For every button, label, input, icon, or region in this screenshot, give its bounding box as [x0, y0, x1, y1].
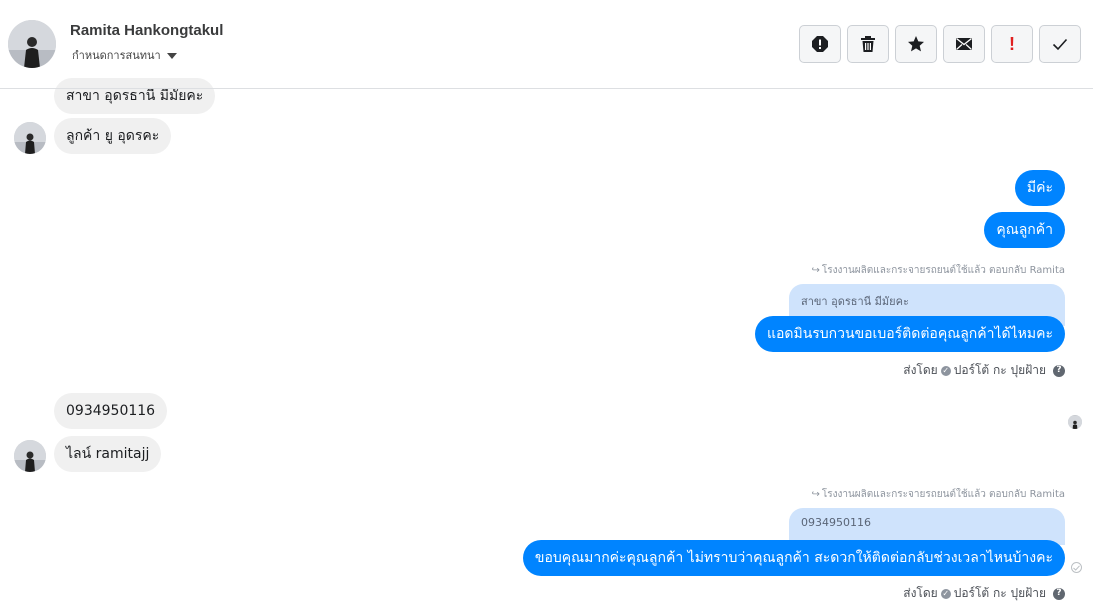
checkmark-icon: [1052, 38, 1068, 51]
sent-by-row: ส่งโดย ✓ ปอร์โต้ กะ ปุยฝ้าย ?: [903, 584, 1065, 603]
report-button[interactable]: [799, 25, 841, 63]
message-row: ไลน์ ramitajj: [54, 436, 162, 472]
help-icon[interactable]: ?: [1053, 364, 1065, 377]
reply-note-text: โรงงานผลิตและกระจายรถยนต์ใช้แล้ว ตอบกลับ…: [821, 489, 1065, 500]
sender-name: ปอร์โต้ กะ ปุยฝ้าย: [953, 363, 1046, 377]
reply-arrow-icon: ↪: [811, 265, 820, 276]
message-bubble[interactable]: ไลน์ ramitajj: [54, 436, 162, 472]
message-bubble[interactable]: คุณลูกค้า: [984, 212, 1065, 248]
message-bubble[interactable]: แอดมินรบกวนขอเบอร์ติดต่อคุณลูกค้าได้ไหมค…: [754, 316, 1065, 352]
sender-name: ปอร์โต้ กะ ปุยฝ้าย: [953, 586, 1046, 600]
reply-arrow-icon: ↪: [811, 489, 820, 500]
sent-by-label: ส่งโดย: [903, 586, 938, 600]
flag-button[interactable]: !: [991, 25, 1033, 63]
seen-indicator-avatar: [1068, 415, 1082, 429]
message-row: 0934950116: [54, 393, 168, 429]
conversation-header: Ramita Hankongtakul กำหนดการสนทนา !: [0, 0, 1093, 89]
message-bubble[interactable]: 0934950116: [54, 393, 168, 429]
sent-status-icon: [1071, 562, 1082, 573]
reply-note: ↪ โรงงานผลิตและกระจายรถยนต์ใช้แล้ว ตอบกล…: [811, 263, 1065, 278]
trash-icon: [861, 36, 875, 52]
sender-avatar[interactable]: [14, 122, 46, 154]
message-row: ขอบคุณมากค่ะคุณลูกค้า ไม่ทราบว่าคุณลูกค้…: [522, 540, 1065, 576]
reply-note: ↪ โรงงานผลิตและกระจายรถยนต์ใช้แล้ว ตอบกล…: [811, 487, 1065, 502]
verified-icon: ✓: [940, 365, 951, 376]
message-row: คุณลูกค้า: [984, 212, 1065, 248]
delete-button[interactable]: [847, 25, 889, 63]
message-row: มีค่ะ: [1014, 170, 1065, 206]
contact-name[interactable]: Ramita Hankongtakul: [70, 22, 223, 39]
assign-conversation-dropdown[interactable]: กำหนดการสนทนา: [72, 46, 177, 64]
exclamation-icon: !: [1009, 34, 1015, 54]
assign-conversation-label: กำหนดการสนทนา: [72, 49, 161, 62]
help-icon[interactable]: ?: [1053, 587, 1065, 600]
chevron-down-icon: [166, 52, 177, 59]
sent-by-label: ส่งโดย: [903, 363, 938, 377]
message-bubble[interactable]: สาขา อุดรธานี มีมัยคะ: [54, 78, 216, 114]
sender-avatar[interactable]: [14, 440, 46, 472]
message-row: สาขา อุดรธานี มีมัยคะ: [54, 78, 216, 114]
message-row: ลูกค้า ยู อุดรคะ: [54, 118, 172, 154]
contact-avatar[interactable]: [8, 20, 56, 68]
reply-note-text: โรงงานผลิตและกระจายรถยนต์ใช้แล้ว ตอบกลับ…: [821, 265, 1065, 276]
conversation-toolbar: !: [799, 25, 1081, 63]
envelope-icon: [956, 37, 972, 50]
sent-by-row: ส่งโดย ✓ ปอร์โต้ กะ ปุยฝ้าย ?: [903, 361, 1065, 380]
report-icon: [812, 36, 828, 52]
message-row: แอดมินรบกวนขอเบอร์ติดต่อคุณลูกค้าได้ไหมค…: [754, 316, 1065, 352]
message-bubble[interactable]: ขอบคุณมากค่ะคุณลูกค้า ไม่ทราบว่าคุณลูกค้…: [522, 540, 1065, 576]
verified-icon: ✓: [940, 588, 951, 599]
message-bubble[interactable]: ลูกค้า ยู อุดรคะ: [54, 118, 172, 154]
star-icon: [908, 36, 924, 52]
mark-done-button[interactable]: [1039, 25, 1081, 63]
star-button[interactable]: [895, 25, 937, 63]
message-bubble[interactable]: มีค่ะ: [1014, 170, 1065, 206]
mark-unread-button[interactable]: [943, 25, 985, 63]
